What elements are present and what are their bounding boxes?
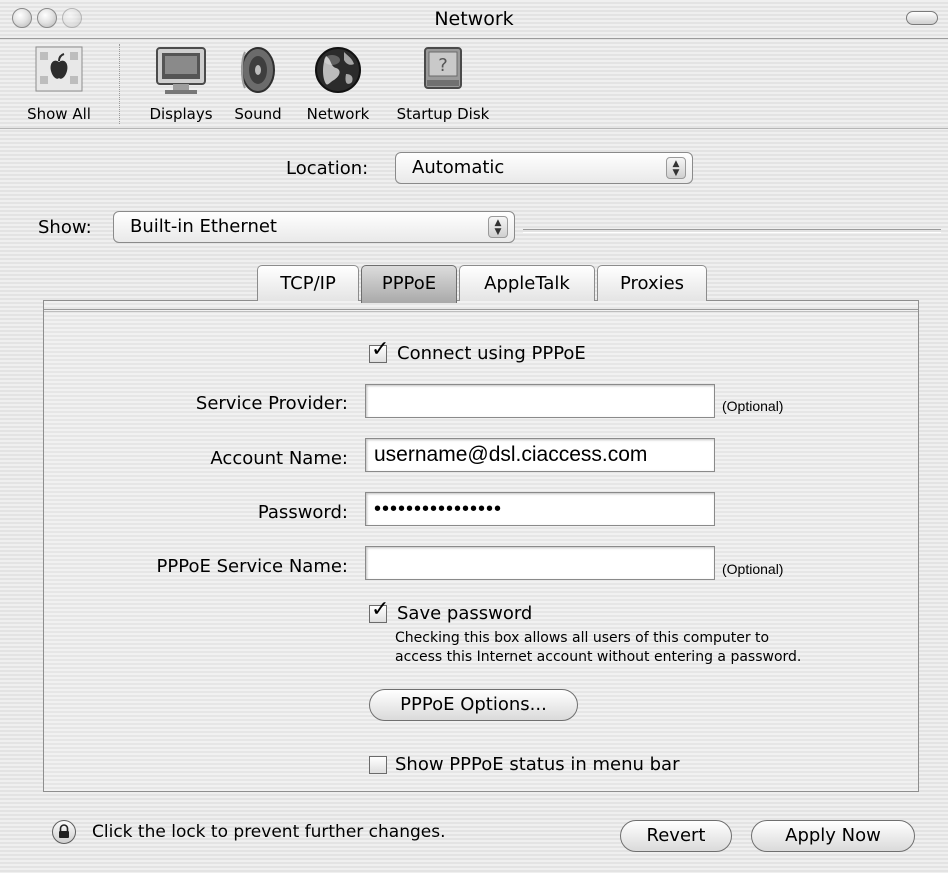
- connect-pppoe-checkbox[interactable]: ✓ Connect using PPPoE: [369, 337, 629, 365]
- tab-proxies[interactable]: Proxies: [597, 265, 707, 301]
- globe-icon: [315, 47, 361, 93]
- checkmark-icon: ✓: [371, 337, 390, 362]
- disk-icon: ?: [424, 47, 462, 89]
- tab-appletalk[interactable]: AppleTalk: [459, 265, 595, 301]
- pppoe-service-name-field[interactable]: [365, 546, 715, 580]
- checkmark-icon: ✓: [371, 597, 390, 622]
- divider: [44, 309, 918, 312]
- save-password-note-line1: Checking this box allows all users of th…: [395, 630, 770, 646]
- apple-icon: [35, 46, 83, 92]
- divider: [0, 128, 948, 129]
- popup-arrows-icon: ▲ ▼: [666, 157, 686, 179]
- toolbar-label: Sound: [234, 105, 282, 123]
- account-name-field[interactable]: username@dsl.ciaccess.com: [365, 438, 715, 472]
- tab-tcpip[interactable]: TCP/IP: [257, 265, 359, 301]
- revert-button[interactable]: Revert: [620, 820, 732, 852]
- svg-text:?: ?: [438, 55, 448, 76]
- save-password-label: Save password: [397, 603, 533, 624]
- service-provider-hint: (Optional): [722, 398, 784, 414]
- toolbar-network[interactable]: Network: [296, 44, 380, 123]
- location-value: Automatic: [412, 157, 505, 178]
- title-bar: Network: [0, 0, 948, 38]
- pppoe-service-name-hint: (Optional): [722, 561, 784, 577]
- show-popup[interactable]: Built-in Ethernet ▲ ▼: [113, 211, 515, 243]
- show-label: Show:: [38, 217, 92, 238]
- toolbar-toggle-button[interactable]: [906, 11, 938, 25]
- show-pppoe-status-label: Show PPPoE status in menu bar: [395, 754, 680, 775]
- location-label: Location:: [286, 158, 369, 179]
- divider: [523, 229, 941, 233]
- toolbar-displays[interactable]: Displays: [136, 44, 226, 123]
- apply-now-button[interactable]: Apply Now: [751, 820, 915, 852]
- toolbar-label: Network: [306, 105, 370, 123]
- toolbar-label: Show All: [27, 105, 91, 123]
- pppoe-options-button[interactable]: PPPoE Options...: [369, 689, 578, 721]
- show-value: Built-in Ethernet: [130, 216, 277, 237]
- speaker-icon: [241, 47, 275, 93]
- checkbox-box: ✓: [369, 337, 389, 363]
- toolbar-sound[interactable]: Sound: [223, 44, 293, 123]
- save-password-note-line2: access this Internet account without ent…: [395, 649, 802, 665]
- location-popup[interactable]: Automatic ▲ ▼: [395, 152, 693, 184]
- window-title: Network: [434, 8, 514, 30]
- pppoe-service-name-label: PPPoE Service Name:: [156, 556, 348, 577]
- toolbar-show-all[interactable]: Show All: [14, 44, 104, 123]
- lock-message: Click the lock to prevent further change…: [92, 822, 446, 842]
- service-provider-label: Service Provider:: [195, 393, 348, 414]
- toolbar-separator: [119, 44, 120, 124]
- lock-button[interactable]: [52, 820, 76, 844]
- save-password-checkbox[interactable]: ✓ Save password: [369, 597, 589, 625]
- password-label: Password:: [257, 502, 348, 523]
- show-pppoe-status-checkbox[interactable]: Show PPPoE status in menu bar: [369, 754, 729, 776]
- toolbar-label: Displays: [149, 105, 213, 123]
- password-field[interactable]: ••••••••••••••••: [365, 492, 715, 526]
- toolbar-startup-disk[interactable]: ? Startup Disk: [385, 44, 501, 123]
- divider: [0, 38, 948, 39]
- service-provider-field[interactable]: [365, 384, 715, 418]
- checkbox-box: [369, 756, 387, 774]
- display-icon: [156, 47, 206, 94]
- tab-pppoe[interactable]: PPPoE: [361, 265, 457, 303]
- connect-pppoe-label: Connect using PPPoE: [397, 343, 586, 364]
- popup-arrows-icon: ▲ ▼: [488, 216, 508, 238]
- account-name-label: Account Name:: [210, 448, 348, 469]
- toolbar-label: Startup Disk: [396, 105, 490, 123]
- lock-icon: [59, 824, 69, 838]
- checkbox-box: ✓: [369, 597, 389, 623]
